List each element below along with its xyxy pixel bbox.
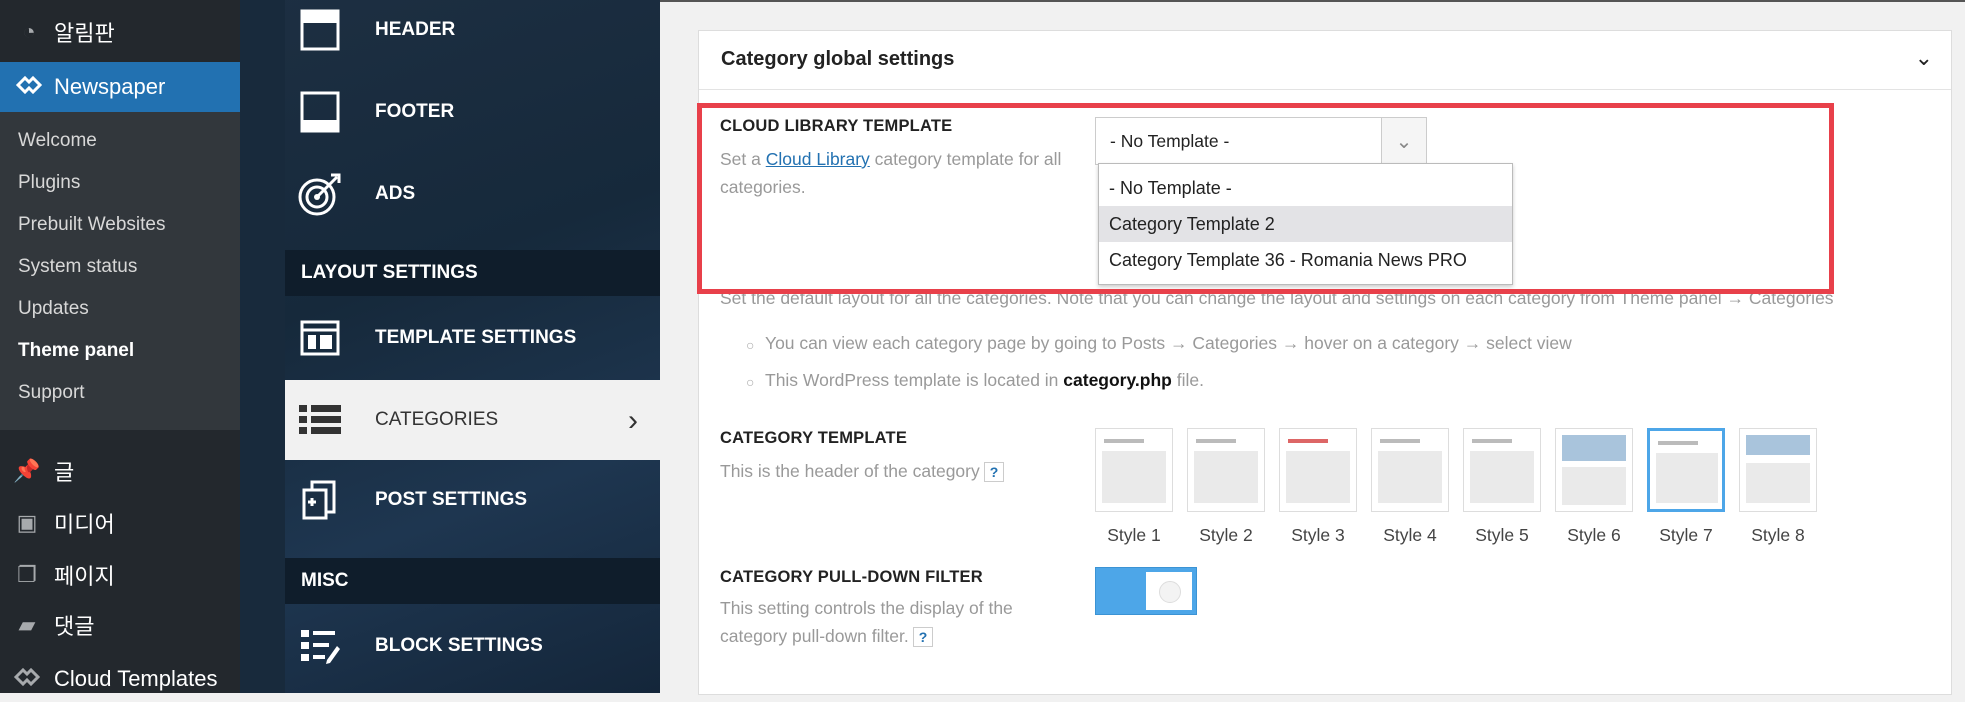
submenu-prebuilt-websites[interactable]: Prebuilt Websites	[18, 214, 166, 236]
pulldown-filter-title: CATEGORY PULL-DOWN FILTER	[720, 568, 983, 586]
help-button[interactable]: ?	[983, 462, 1005, 482]
menu-pages[interactable]: ❐ 페이지	[0, 552, 240, 598]
template-icon	[285, 320, 355, 356]
nav-categories[interactable]: CATEGORIES ›	[285, 380, 660, 460]
nav-ads[interactable]: ADS	[285, 154, 660, 234]
style-4-thumb[interactable]	[1371, 428, 1449, 512]
menu-posts[interactable]: 📌 글	[0, 448, 240, 494]
style-1-label: Style 1	[1107, 525, 1161, 545]
menu-dashboard[interactable]: ◔ 알림판	[0, 8, 240, 56]
submenu-updates[interactable]: Updates	[18, 298, 89, 320]
menu-cloud-templates[interactable]: Cloud Templates	[0, 656, 240, 702]
newspaper-logo-icon	[14, 74, 44, 100]
pin-icon: 📌	[13, 458, 41, 483]
nav-header[interactable]: HEADER	[285, 0, 660, 70]
help-button[interactable]: ?	[912, 627, 934, 647]
submenu-system-status[interactable]: System status	[18, 256, 137, 278]
style-3-thumb[interactable]	[1279, 428, 1357, 512]
menu-newspaper[interactable]: Newspaper	[0, 62, 240, 112]
nav-section-layout: LAYOUT SETTINGS	[285, 250, 660, 296]
style-6-thumb[interactable]	[1555, 428, 1633, 512]
cloud-templates-icon	[12, 666, 42, 692]
toggle-knob	[1146, 572, 1192, 610]
style-4-label: Style 4	[1383, 525, 1437, 545]
newspaper-submenu: Welcome Plugins Prebuilt Websites System…	[0, 112, 240, 430]
style-5-label: Style 5	[1475, 525, 1529, 545]
menu-media[interactable]: ▣ 미디어	[0, 500, 240, 546]
style-8-label: Style 8	[1751, 525, 1805, 545]
chevron-down-icon[interactable]: ⌄	[1915, 45, 1933, 71]
wp-admin-sidebar: ◔ 알림판 Newspaper Welcome Plugins Prebuilt…	[0, 0, 240, 693]
note-template-file: This WordPress template is located in ca…	[765, 370, 1204, 390]
annotation-highlight-box	[697, 103, 1834, 294]
card-header[interactable]: Category global settings ⌄	[699, 31, 1951, 90]
style-8-thumb[interactable]	[1739, 428, 1817, 512]
block-settings-icon	[285, 626, 355, 666]
bullet-icon: ○	[746, 374, 755, 390]
top-edge	[660, 0, 1965, 2]
pulldown-filter-desc: This setting controls the display of the…	[720, 598, 1013, 647]
style-5-thumb[interactable]	[1463, 428, 1541, 512]
pulldown-filter-toggle[interactable]	[1095, 567, 1197, 615]
category-template-desc: This is the header of the category?	[720, 457, 1005, 485]
nav-footer[interactable]: FOOTER	[285, 72, 660, 152]
target-icon	[285, 171, 355, 217]
nav-section-misc: MISC	[285, 558, 660, 604]
submenu-theme-panel[interactable]: Theme panel	[18, 340, 134, 362]
style-7-thumb[interactable]	[1647, 428, 1725, 512]
category-template-title: CATEGORY TEMPLATE	[720, 429, 908, 447]
note-view-category: You can view each category page by going…	[765, 333, 1572, 353]
dashboard-icon: ◔	[22, 19, 36, 44]
post-icon	[285, 478, 355, 522]
list-icon	[285, 404, 355, 436]
header-icon	[285, 8, 355, 52]
style-7-label: Style 7	[1659, 525, 1713, 545]
pages-icon: ❐	[17, 562, 37, 587]
theme-panel-nav-edge	[240, 0, 285, 693]
nav-template-settings[interactable]: TEMPLATE SETTINGS	[285, 298, 660, 378]
submenu-support[interactable]: Support	[18, 382, 85, 404]
bullet-icon: ○	[746, 337, 755, 353]
style-1-thumb[interactable]	[1095, 428, 1173, 512]
style-2-thumb[interactable]	[1187, 428, 1265, 512]
submenu-plugins[interactable]: Plugins	[18, 172, 80, 194]
footer-icon	[285, 90, 355, 134]
nav-post-settings[interactable]: POST SETTINGS	[285, 460, 660, 540]
nav-block-settings[interactable]: BLOCK SETTINGS	[285, 606, 660, 686]
comment-icon: ▰	[18, 612, 36, 637]
style-2-label: Style 2	[1199, 525, 1253, 545]
style-3-label: Style 3	[1291, 525, 1345, 545]
submenu-welcome[interactable]: Welcome	[18, 130, 97, 152]
chevron-right-icon: ›	[628, 404, 638, 437]
media-icon: ▣	[16, 510, 38, 535]
menu-comments[interactable]: ▰ 댓글	[0, 602, 240, 648]
card-title: Category global settings	[721, 48, 955, 70]
style-6-label: Style 6	[1567, 525, 1621, 545]
